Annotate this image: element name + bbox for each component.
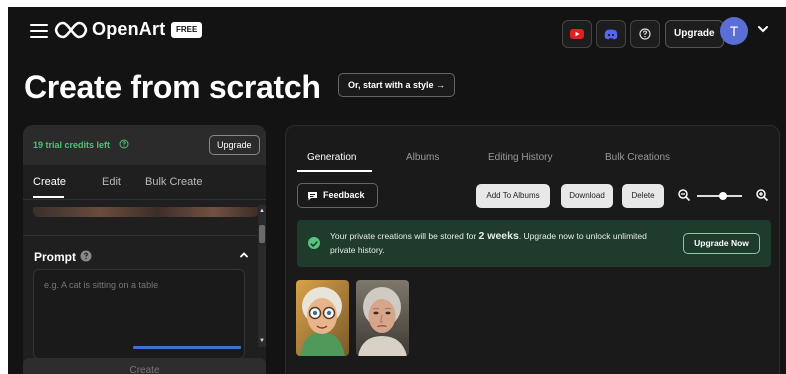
brand-name[interactable]: OpenArt bbox=[92, 19, 165, 40]
prompt-placeholder: e.g. A cat is sitting on a table bbox=[44, 280, 159, 290]
trial-credits-text: 19 trial credits left bbox=[33, 140, 111, 150]
create-panel: 19 trial credits left Upgrade Create Edi… bbox=[23, 125, 266, 374]
banner-message: Your private creations will be stored fo… bbox=[330, 230, 647, 255]
scroll-down-icon[interactable]: ▼ bbox=[259, 338, 265, 344]
youtube-icon bbox=[570, 29, 584, 39]
app-window: OpenArt FREE Upgrade T Create from scrat… bbox=[8, 7, 786, 374]
result-image-cartoon-woman[interactable] bbox=[296, 280, 349, 356]
upgrade-now-button[interactable]: Upgrade Now bbox=[683, 233, 760, 254]
help-button[interactable] bbox=[630, 20, 660, 48]
active-tab-indicator bbox=[33, 196, 64, 198]
check-circle-icon bbox=[308, 237, 320, 249]
prompt-help-icon[interactable] bbox=[80, 250, 92, 262]
tab-edit[interactable]: Edit bbox=[102, 176, 121, 188]
openart-logo-icon[interactable] bbox=[54, 20, 88, 40]
upgrade-button[interactable]: Upgrade bbox=[665, 20, 724, 48]
zoom-slider-handle[interactable] bbox=[719, 192, 727, 200]
zoom-in-icon[interactable] bbox=[755, 188, 769, 202]
private-history-banner: Your private creations will be stored fo… bbox=[297, 220, 771, 267]
results-panel: Generation Albums Editing History Bulk C… bbox=[285, 125, 780, 374]
menu-icon[interactable] bbox=[30, 24, 48, 38]
chat-icon bbox=[308, 192, 317, 201]
result-image-elderly-woman[interactable] bbox=[356, 280, 409, 356]
active-tab-indicator bbox=[297, 170, 372, 172]
discord-button[interactable] bbox=[596, 20, 626, 48]
page-title: Create from scratch bbox=[24, 69, 321, 105]
tab-editing-history[interactable]: Editing History bbox=[488, 152, 552, 163]
feedback-label: Feedback bbox=[323, 190, 365, 200]
prompt-action-bar[interactable] bbox=[133, 346, 241, 349]
tabs-divider bbox=[23, 199, 266, 200]
youtube-button[interactable] bbox=[562, 20, 592, 48]
plan-badge: FREE bbox=[171, 22, 203, 38]
download-button[interactable]: Download bbox=[561, 184, 613, 208]
scroll-up-icon[interactable]: ▲ bbox=[259, 208, 265, 214]
feedback-button[interactable]: Feedback bbox=[297, 183, 378, 208]
tab-bulk-creations[interactable]: Bulk Creations bbox=[605, 152, 670, 163]
delete-button[interactable]: Delete bbox=[622, 184, 664, 208]
avatar[interactable]: T bbox=[720, 17, 748, 45]
prompt-label: Prompt bbox=[34, 250, 76, 264]
credits-upgrade-button[interactable]: Upgrade bbox=[209, 135, 260, 155]
add-to-albums-button[interactable]: Add To Albums bbox=[476, 184, 550, 208]
tab-bulk-create[interactable]: Bulk Create bbox=[145, 176, 202, 188]
zoom-out-icon[interactable] bbox=[677, 188, 691, 202]
start-with-style-button[interactable]: Or, start with a style → bbox=[338, 73, 456, 97]
tab-generation[interactable]: Generation bbox=[307, 152, 356, 163]
scrollbar-thumb[interactable] bbox=[259, 225, 265, 243]
info-circle-icon[interactable] bbox=[119, 139, 129, 149]
collapse-chevron-icon[interactable] bbox=[238, 249, 250, 261]
create-button[interactable]: Create bbox=[23, 358, 266, 374]
section-divider bbox=[23, 235, 258, 236]
model-thumbnail-strip[interactable] bbox=[33, 207, 259, 217]
tab-albums[interactable]: Albums bbox=[406, 152, 439, 163]
chevron-down-icon[interactable] bbox=[756, 22, 770, 36]
tab-create[interactable]: Create bbox=[33, 176, 66, 188]
discord-icon bbox=[604, 29, 618, 39]
help-icon bbox=[639, 28, 651, 40]
